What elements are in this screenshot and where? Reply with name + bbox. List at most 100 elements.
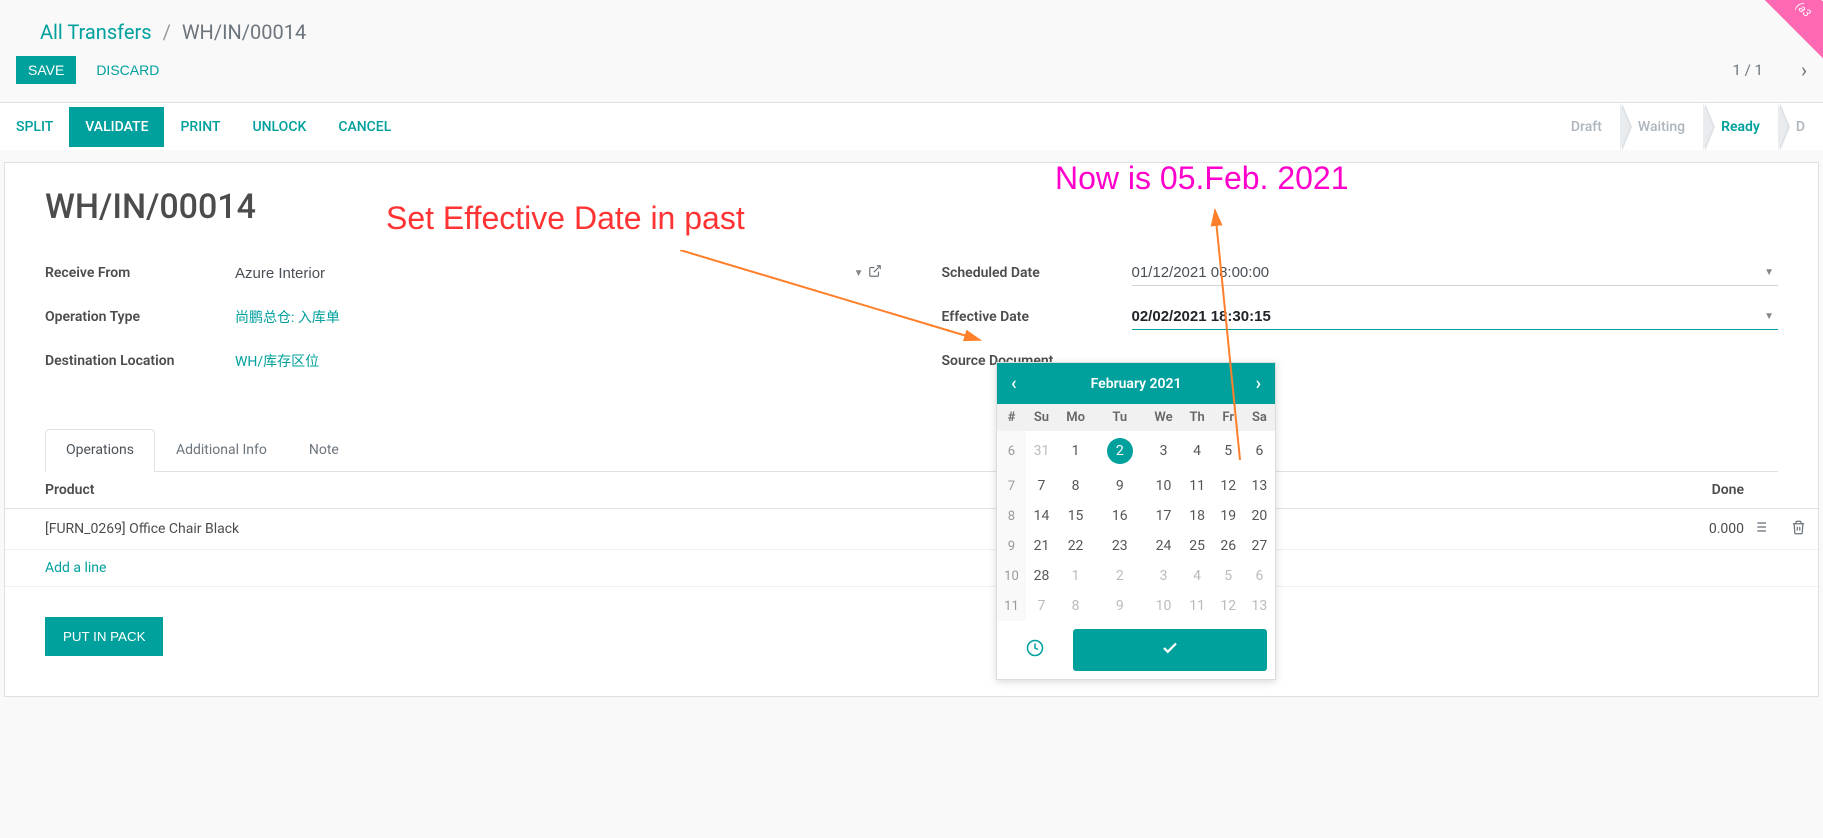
calendar-day[interactable]: 12 [1213, 471, 1244, 501]
calendar-day[interactable]: 20 [1244, 501, 1275, 531]
external-link-icon[interactable] [868, 264, 882, 282]
breadcrumb: All Transfers / WH/IN/00014 [0, 0, 1823, 56]
calendar-day[interactable]: 6 [1244, 431, 1275, 471]
save-button[interactable]: Save [16, 56, 76, 84]
delete-row-icon[interactable] [1778, 509, 1818, 550]
table-row[interactable]: [FURN_0269] Office Chair Black0.000 [5, 509, 1818, 550]
col-product[interactable]: Product [5, 472, 1628, 509]
calendar-day[interactable]: 22 [1057, 531, 1094, 561]
tabs: Operations Additional Info Note [45, 429, 1778, 472]
effective-date-label: Effective Date [942, 309, 1132, 325]
unlock-button[interactable]: Unlock [236, 107, 322, 147]
calendar-day[interactable]: 13 [1244, 591, 1275, 621]
cancel-button[interactable]: Cancel [322, 107, 407, 147]
discard-button[interactable]: Discard [84, 56, 171, 84]
annotation-text-2: Now is 05.Feb. 2021 [1055, 160, 1349, 197]
status-ready[interactable]: Ready [1703, 103, 1778, 151]
calendar-day[interactable]: 15 [1057, 501, 1094, 531]
operation-type-value[interactable]: 尚鹏总仓: 入库单 [235, 307, 882, 327]
calendar-day[interactable]: 4 [1182, 431, 1213, 471]
pager-next-icon[interactable]: › [1801, 58, 1807, 82]
calendar-day[interactable]: 28 [1026, 561, 1057, 591]
calendar-day[interactable]: 1 [1057, 431, 1094, 471]
calendar-day[interactable]: 11 [1182, 591, 1213, 621]
calendar-day[interactable]: 17 [1146, 501, 1182, 531]
validate-button[interactable]: Validate [69, 107, 164, 147]
calendar-day[interactable]: 9 [1094, 471, 1145, 501]
calendar-day[interactable]: 8 [1057, 591, 1094, 621]
tab-additional-info[interactable]: Additional Info [155, 429, 288, 471]
calendar-prev-icon[interactable]: ‹ [1011, 373, 1017, 394]
calendar-day-header: We [1146, 404, 1182, 431]
calendar-day[interactable]: 13 [1244, 471, 1275, 501]
calendar-day[interactable]: 10 [1146, 591, 1182, 621]
put-in-pack-button[interactable]: PUT IN PACK [45, 617, 163, 656]
list-icon[interactable] [1748, 509, 1778, 550]
calendar-day[interactable]: 6 [1244, 561, 1275, 591]
scheduled-date-label: Scheduled Date [942, 265, 1132, 281]
col-done[interactable]: Done [1628, 472, 1748, 509]
record-title: WH/IN/00014 [45, 187, 1778, 227]
calendar-week-number: 9 [997, 531, 1026, 561]
calendar-day[interactable]: 23 [1094, 531, 1145, 561]
add-line-link[interactable]: Add a line [5, 550, 1818, 587]
operations-table: Product Done [FURN_0269] Office Chair Bl… [5, 472, 1818, 587]
calendar-day[interactable]: 3 [1146, 561, 1182, 591]
calendar-day[interactable]: 5 [1213, 561, 1244, 591]
button-box: Split Validate Print Unlock Cancel Draft… [0, 102, 1823, 150]
calendar-day[interactable]: 1 [1057, 561, 1094, 591]
split-button[interactable]: Split [0, 107, 69, 147]
calendar-next-icon[interactable]: › [1256, 373, 1261, 394]
calendar-day[interactable]: 10 [1146, 471, 1182, 501]
calendar-week-number: 7 [997, 471, 1026, 501]
pager[interactable]: 1 / 1 [1733, 61, 1764, 79]
calendar-day-header: Fr [1213, 404, 1244, 431]
scheduled-date-input[interactable] [1132, 260, 1765, 285]
operation-type-label: Operation Type [45, 309, 235, 325]
receive-from-input[interactable] [235, 261, 854, 286]
calendar-day[interactable]: 16 [1094, 501, 1145, 531]
calendar-day[interactable]: 26 [1213, 531, 1244, 561]
dropdown-caret-icon[interactable]: ▼ [854, 268, 868, 279]
status-draft[interactable]: Draft [1553, 103, 1620, 151]
calendar-day[interactable]: 5 [1213, 431, 1244, 471]
calendar-day[interactable]: 9 [1094, 591, 1145, 621]
calendar-day[interactable]: 18 [1182, 501, 1213, 531]
receive-from-field[interactable]: ▼ [235, 261, 882, 286]
destination-location-value[interactable]: WH/库存区位 [235, 351, 882, 371]
calendar-week-number: 8 [997, 501, 1026, 531]
calendar-day[interactable]: 21 [1026, 531, 1057, 561]
calendar-day[interactable]: 2 [1094, 561, 1145, 591]
status-waiting[interactable]: Waiting [1620, 103, 1703, 151]
scheduled-date-caret-icon[interactable]: ▼ [1764, 267, 1778, 278]
calendar-day[interactable]: 27 [1244, 531, 1275, 561]
calendar-day[interactable]: 14 [1026, 501, 1057, 531]
calendar-day[interactable]: 12 [1213, 591, 1244, 621]
breadcrumb-root[interactable]: All Transfers [40, 20, 152, 44]
calendar-day[interactable]: 4 [1182, 561, 1213, 591]
calendar-day-header: Th [1182, 404, 1213, 431]
cell-done[interactable]: 0.000 [1628, 509, 1748, 550]
calendar-day[interactable]: 3 [1146, 431, 1182, 471]
calendar-day[interactable]: 25 [1182, 531, 1213, 561]
calendar-confirm-button[interactable] [1073, 629, 1267, 671]
calendar-day[interactable]: 8 [1057, 471, 1094, 501]
print-button[interactable]: Print [164, 107, 236, 147]
tab-note[interactable]: Note [288, 429, 360, 471]
cell-product[interactable]: [FURN_0269] Office Chair Black [5, 509, 1628, 550]
calendar-month-label[interactable]: February 2021 [1091, 376, 1182, 392]
effective-date-input[interactable] [1132, 304, 1765, 329]
calendar-day[interactable]: 2 [1094, 431, 1145, 471]
datepicker[interactable]: ‹ February 2021 › #SuMoTuWeThFrSa 631123… [996, 362, 1276, 680]
time-picker-icon[interactable] [1005, 639, 1065, 662]
calendar-day[interactable]: 11 [1182, 471, 1213, 501]
tab-operations[interactable]: Operations [45, 429, 155, 472]
calendar-day[interactable]: 31 [1026, 431, 1057, 471]
effective-date-caret-icon[interactable]: ▼ [1764, 311, 1778, 322]
calendar-day[interactable]: 19 [1213, 501, 1244, 531]
breadcrumb-current: WH/IN/00014 [182, 20, 306, 44]
calendar-day[interactable]: 7 [1026, 591, 1057, 621]
calendar-day[interactable]: 7 [1026, 471, 1057, 501]
calendar-day[interactable]: 24 [1146, 531, 1182, 561]
breadcrumb-sep: / [163, 20, 171, 44]
